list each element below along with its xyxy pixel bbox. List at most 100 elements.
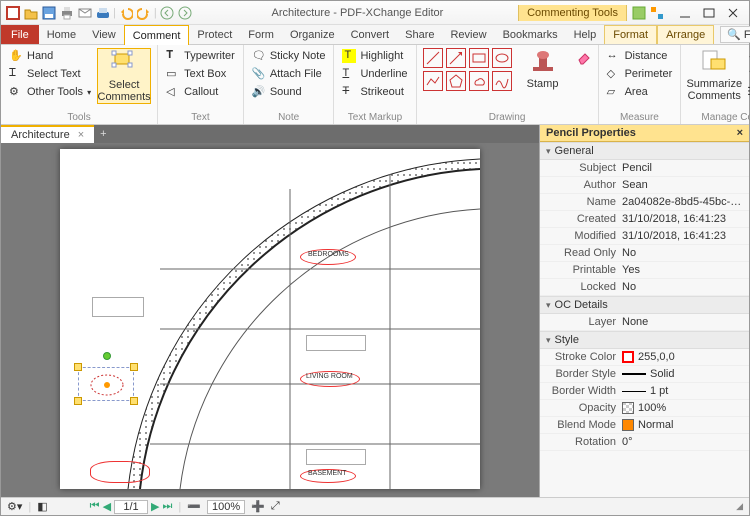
area-tool[interactable]: ▱Area	[605, 84, 675, 100]
cloud-shape[interactable]	[469, 71, 489, 91]
ui-opt2-icon[interactable]	[649, 5, 665, 21]
pencil-shape[interactable]	[492, 71, 512, 91]
tab-arrange[interactable]: Arrange	[657, 25, 714, 44]
line-shape[interactable]	[423, 48, 443, 68]
last-page-icon[interactable]: ⏭	[163, 500, 173, 513]
selected-stamp[interactable]	[78, 367, 134, 401]
next-page-icon[interactable]: ▶	[151, 500, 159, 513]
first-page-icon[interactable]: ⏮	[90, 500, 100, 513]
attach-file-tool[interactable]: 📎Attach File	[250, 66, 328, 82]
zoom-out-icon[interactable]: ➖	[187, 500, 201, 513]
select-text-tool[interactable]: ᏆSelect Text	[7, 66, 93, 82]
print-icon[interactable]	[59, 5, 75, 21]
summarize-icon	[700, 48, 728, 76]
zoom-field[interactable]: 100%	[207, 500, 245, 514]
annot-note-circle[interactable]	[90, 461, 150, 483]
doc-tab[interactable]: Architecture×	[1, 125, 94, 143]
forward-icon[interactable]	[177, 5, 193, 21]
eraser-tool[interactable]	[574, 48, 592, 64]
resize-grip-icon[interactable]: ◢	[736, 501, 743, 512]
underline-tool[interactable]: TUnderline	[340, 66, 409, 82]
options-icon[interactable]: ⚙▾	[7, 500, 22, 513]
underline-icon: T	[342, 67, 356, 81]
select-comments-button[interactable]: Select Comments	[97, 48, 151, 104]
maximize-icon[interactable]	[701, 5, 717, 21]
polygon-shape[interactable]	[446, 71, 466, 91]
close-icon[interactable]	[725, 5, 741, 21]
zoom-in-icon[interactable]: ➕	[251, 500, 265, 513]
prop-stroke: Stroke Color255,0,0	[540, 349, 749, 366]
prev-page-icon[interactable]: ◀	[103, 500, 111, 513]
canvas[interactable]: BEDROOMS LIVING ROOM BASEMENT	[1, 143, 539, 497]
back-icon[interactable]	[159, 5, 175, 21]
section-general[interactable]: General	[540, 142, 749, 160]
textbox-tool[interactable]: ▭Text Box	[164, 66, 237, 82]
prop-border-style: Border StyleSolid	[540, 366, 749, 383]
prop-blend: Blend ModeNormal	[540, 417, 749, 434]
highlight-tool[interactable]: THighlight	[340, 48, 409, 64]
distance-icon: ↔	[607, 49, 621, 63]
handle-se[interactable]	[130, 397, 138, 405]
tab-organize[interactable]: Organize	[282, 25, 343, 44]
import-comments[interactable]: ⇩Import	[745, 48, 750, 64]
paperclip-icon: 📎	[252, 67, 266, 81]
prop-locked: LockedNo	[540, 279, 749, 296]
tab-bookmarks[interactable]: Bookmarks	[495, 25, 566, 44]
tab-view[interactable]: View	[84, 25, 124, 44]
prop-rotation: Rotation0°	[540, 434, 749, 451]
ui-opt-icon[interactable]	[631, 5, 647, 21]
rect-shape[interactable]	[469, 48, 489, 68]
export-comments[interactable]: ⇧Export	[745, 66, 750, 82]
group-markup: THighlight TUnderline TStrikeout Text Ma…	[334, 45, 416, 124]
perimeter-icon: ◇	[607, 67, 621, 81]
save-icon[interactable]	[41, 5, 57, 21]
zoom-fit-icon[interactable]: ⤢	[271, 500, 280, 513]
tab-review[interactable]: Review	[442, 25, 494, 44]
show-comments[interactable]: ☰Show▾	[745, 84, 750, 100]
tab-help[interactable]: Help	[566, 25, 605, 44]
section-style[interactable]: Style	[540, 331, 749, 349]
summarize-button[interactable]: Summarize Comments	[687, 48, 741, 102]
new-tab-icon[interactable]: +	[94, 128, 112, 140]
minimize-icon[interactable]	[677, 5, 693, 21]
prop-subject: SubjectPencil	[540, 160, 749, 177]
tab-format[interactable]: Format	[604, 25, 657, 44]
handle-sw[interactable]	[74, 397, 82, 405]
tab-close-icon[interactable]: ×	[78, 129, 84, 141]
handle-ne[interactable]	[130, 363, 138, 371]
section-oc[interactable]: OC Details	[540, 296, 749, 314]
tab-home[interactable]: Home	[39, 25, 84, 44]
distance-tool[interactable]: ↔Distance	[605, 48, 675, 64]
find-button[interactable]: 🔍Find...	[720, 26, 750, 43]
redo-icon[interactable]	[136, 5, 152, 21]
panel-header[interactable]: Pencil Properties ×	[540, 125, 749, 142]
arrow-shape[interactable]	[446, 48, 466, 68]
page-field[interactable]: 1/1	[114, 500, 148, 514]
tab-form[interactable]: Form	[240, 25, 282, 44]
tab-share[interactable]: Share	[397, 25, 442, 44]
oval-shape[interactable]	[492, 48, 512, 68]
panel-close-icon[interactable]: ×	[737, 127, 743, 139]
scan-icon[interactable]	[95, 5, 111, 21]
sound-tool[interactable]: 🔊Sound	[250, 84, 328, 100]
tab-convert[interactable]: Convert	[343, 25, 398, 44]
email-icon[interactable]	[77, 5, 93, 21]
tab-comment[interactable]: Comment	[124, 25, 190, 45]
tab-protect[interactable]: Protect	[189, 25, 240, 44]
polyline-shape[interactable]	[423, 71, 443, 91]
perimeter-tool[interactable]: ◇Perimeter	[605, 66, 675, 82]
undo-icon[interactable]	[118, 5, 134, 21]
stamp-button[interactable]: Stamp	[516, 48, 570, 90]
strikeout-tool[interactable]: TStrikeout	[340, 84, 409, 100]
rotate-handle[interactable]	[103, 352, 111, 360]
callout-tool[interactable]: ◁Callout	[164, 84, 237, 100]
file-tab[interactable]: File	[1, 25, 39, 44]
typewriter-tool[interactable]: 𝐓Typewriter	[164, 48, 237, 64]
sticky-note-tool[interactable]: 🗨Sticky Note	[250, 48, 328, 64]
open-icon[interactable]	[23, 5, 39, 21]
workspace: Architecture× +	[1, 125, 749, 497]
hand-tool[interactable]: ✋Hand	[7, 48, 93, 64]
leftpane-icon[interactable]: ◧	[37, 500, 47, 513]
handle-nw[interactable]	[74, 363, 82, 371]
other-tools[interactable]: ⚙Other Tools▾	[7, 84, 93, 100]
